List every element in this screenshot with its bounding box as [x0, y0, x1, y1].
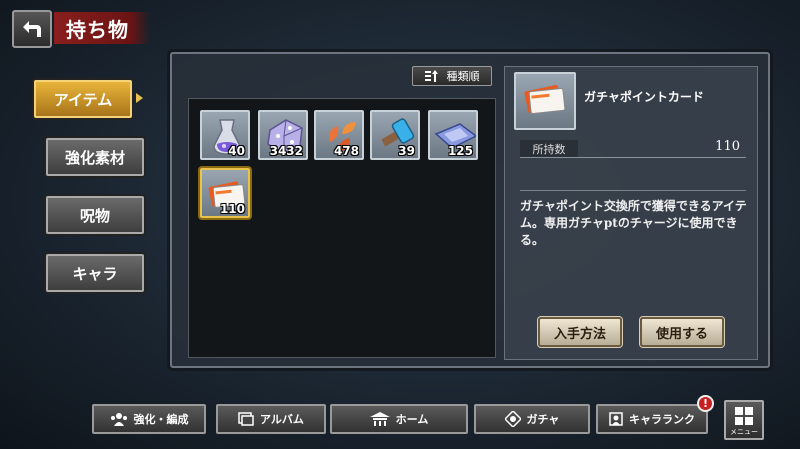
- rank-icon: [609, 412, 623, 426]
- owned-value: 110: [715, 139, 740, 154]
- gacha-icon: [504, 411, 521, 427]
- detail-divider: [520, 190, 746, 191]
- item-count: 110: [219, 202, 245, 216]
- gacha-card-icon: [524, 85, 566, 115]
- sort-button[interactable]: 種類順: [412, 66, 492, 86]
- use-item-button[interactable]: 使用する: [640, 317, 724, 347]
- menu-button[interactable]: メニュー: [724, 400, 764, 440]
- menu-label: メニュー: [730, 428, 758, 436]
- nav-gacha[interactable]: ガチャ: [474, 404, 590, 434]
- page-title: 持ち物: [54, 12, 150, 44]
- item-count: 39: [398, 144, 415, 158]
- nav-label: ホーム: [395, 413, 429, 426]
- item-count: 3432: [269, 144, 303, 158]
- detail-description: ガチャポイント交換所で獲得できるアイテム。専用ガチャptのチャージに使用できる。: [520, 199, 747, 247]
- nav-album[interactable]: アルバム: [216, 404, 326, 434]
- item-count: 478: [333, 144, 359, 158]
- nav-label: アルバム: [260, 413, 304, 426]
- back-button[interactable]: [12, 10, 52, 48]
- back-arrow-icon: [23, 21, 41, 37]
- item-slot-leaf[interactable]: 478: [314, 110, 364, 160]
- nav-character-rank[interactable]: キャラランク: [596, 404, 708, 434]
- tab-enhance-materials[interactable]: 強化素材: [46, 138, 144, 176]
- nav-label: 強化・編成: [133, 413, 189, 426]
- team-icon: [110, 413, 127, 426]
- notification-badge: !: [697, 395, 714, 412]
- item-slot-gacha-card[interactable]: 110: [200, 168, 250, 218]
- nav-enhance-formation[interactable]: 強化・編成: [92, 404, 206, 434]
- nav-label: キャラランク: [629, 413, 695, 426]
- sort-label: 種類順: [446, 70, 480, 83]
- detail-item-image: [514, 72, 576, 130]
- active-tab-arrow-icon: [136, 93, 143, 103]
- detail-item-name: ガチャポイントカード: [584, 90, 704, 104]
- item-count: 40: [228, 144, 245, 158]
- tab-cursed-objects[interactable]: 呪物: [46, 196, 144, 234]
- tab-characters[interactable]: キャラ: [46, 254, 144, 292]
- item-count: 125: [447, 144, 473, 158]
- tab-items[interactable]: アイテム: [34, 80, 132, 118]
- item-slot-potion[interactable]: 40: [200, 110, 250, 160]
- owned-label: 所持数: [520, 140, 578, 157]
- album-icon: [238, 412, 254, 426]
- home-icon: [369, 412, 390, 426]
- item-slot-crystal-dice[interactable]: 3432: [258, 110, 308, 160]
- item-slot-cloth[interactable]: 125: [428, 110, 478, 160]
- obtain-method-button[interactable]: 入手方法: [538, 317, 622, 347]
- nav-home[interactable]: ホーム: [330, 404, 468, 434]
- nav-label: ガチャ: [526, 413, 560, 426]
- item-slot-hammer[interactable]: 39: [370, 110, 420, 160]
- sort-icon: [424, 70, 438, 82]
